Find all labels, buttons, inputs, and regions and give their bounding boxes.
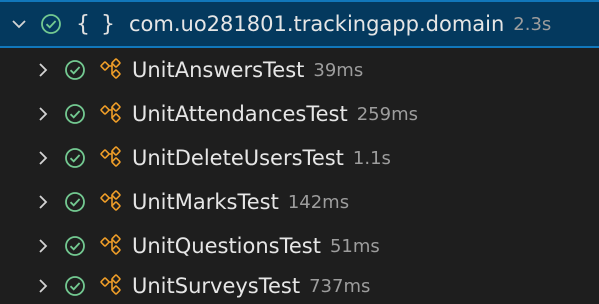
pass-check-icon: [64, 59, 86, 81]
chevron-right-icon[interactable]: [34, 277, 52, 295]
class-icon: [100, 146, 124, 170]
chevron-right-icon[interactable]: [34, 149, 52, 167]
package-label: com.uo281801.trackingapp.domain: [129, 12, 505, 36]
tree-item-test[interactable]: UnitAnswersTest 39ms: [0, 48, 599, 92]
test-label: UnitDeleteUsersTest: [132, 146, 344, 170]
pass-check-icon: [64, 103, 86, 125]
class-icon: [100, 58, 124, 82]
test-duration: 259ms: [356, 103, 418, 125]
class-icon: [100, 190, 124, 214]
test-label: UnitQuestionsTest: [132, 234, 321, 258]
test-duration: 51ms: [329, 235, 380, 257]
tree-item-test[interactable]: UnitDeleteUsersTest 1.1s: [0, 136, 599, 180]
chevron-right-icon[interactable]: [34, 61, 52, 79]
test-label: UnitSurveysTest: [132, 274, 301, 298]
package-duration: 2.3s: [513, 13, 552, 35]
tree-item-test[interactable]: UnitMarksTest 142ms: [0, 180, 599, 224]
chevron-right-icon[interactable]: [34, 105, 52, 123]
tree-item-test[interactable]: UnitSurveysTest 737ms: [0, 268, 599, 304]
pass-check-icon: [64, 235, 86, 257]
pass-check-icon: [64, 191, 86, 213]
test-explorer-tree: { } com.uo281801.trackingapp.domain 2.3s…: [0, 0, 599, 304]
test-duration: 1.1s: [352, 147, 391, 169]
test-label: UnitAnswersTest: [132, 58, 305, 82]
test-duration: 39ms: [313, 59, 364, 81]
tree-item-test[interactable]: UnitQuestionsTest 51ms: [0, 224, 599, 268]
chevron-right-icon[interactable]: [34, 237, 52, 255]
namespace-braces-icon: { }: [76, 11, 117, 37]
pass-check-icon: [64, 147, 86, 169]
tree-item-test[interactable]: UnitAttendancesTest 259ms: [0, 92, 599, 136]
pass-check-icon: [64, 275, 86, 297]
pass-check-icon: [40, 13, 62, 35]
chevron-right-icon[interactable]: [34, 193, 52, 211]
class-icon: [100, 102, 124, 126]
class-icon: [100, 274, 124, 298]
test-label: UnitAttendancesTest: [132, 102, 348, 126]
class-icon: [100, 234, 124, 258]
test-duration: 737ms: [309, 275, 371, 297]
test-duration: 142ms: [287, 191, 350, 213]
test-label: UnitMarksTest: [132, 190, 279, 214]
tree-item-package[interactable]: { } com.uo281801.trackingapp.domain 2.3s: [0, 0, 599, 48]
chevron-down-icon[interactable]: [10, 15, 28, 33]
